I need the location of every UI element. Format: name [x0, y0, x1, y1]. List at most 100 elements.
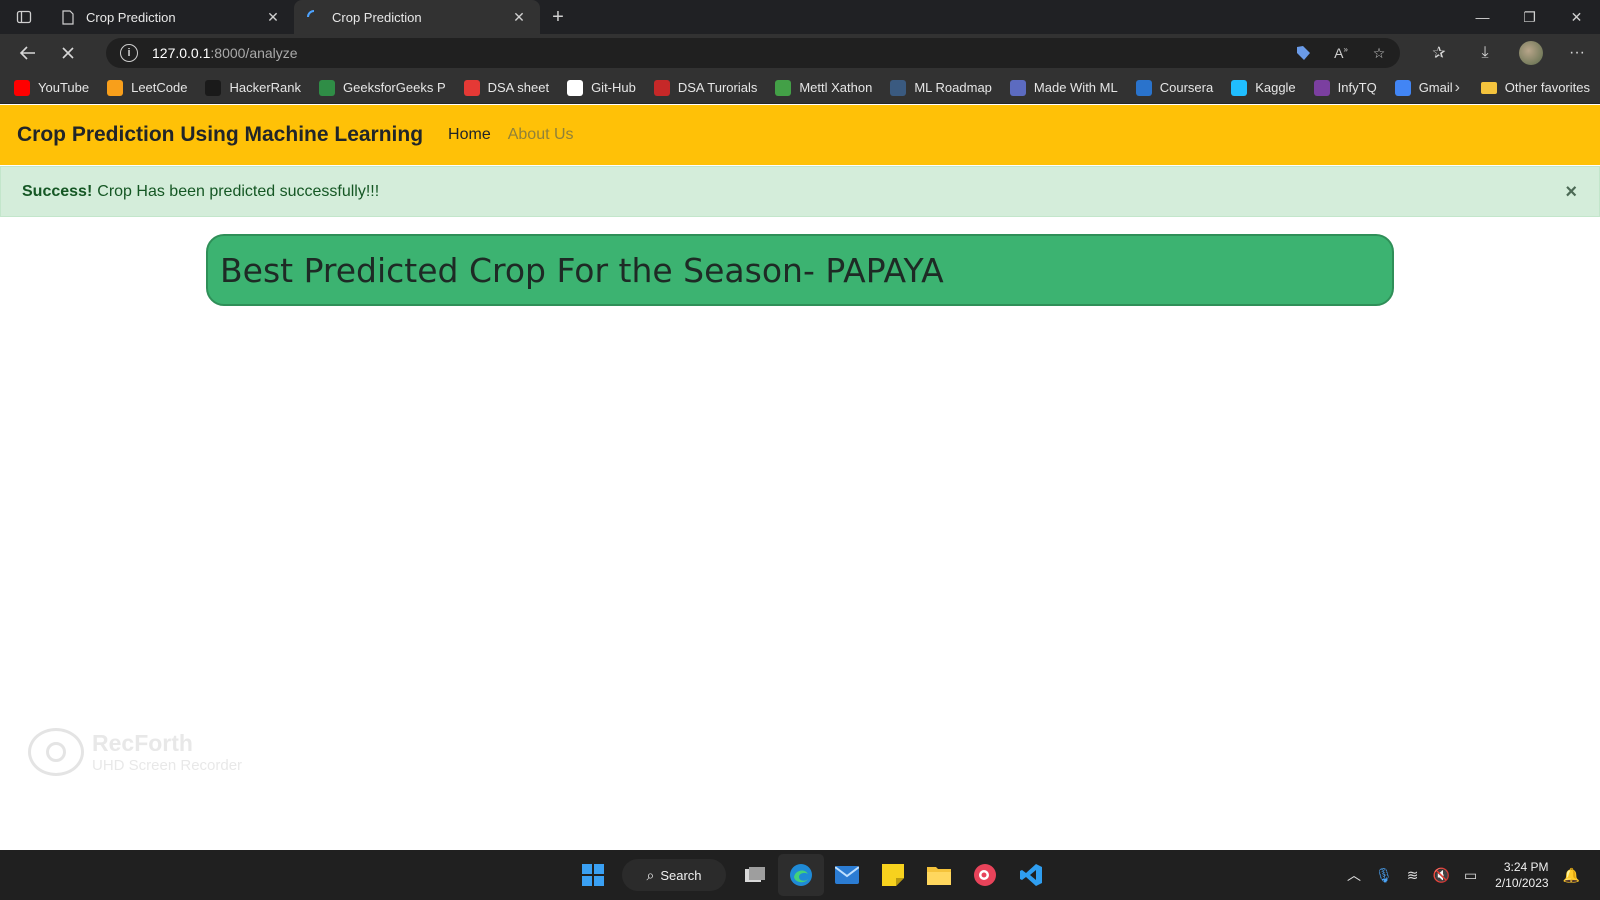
bookmark-label: Made With ML: [1033, 80, 1118, 95]
tag-icon[interactable]: [1292, 45, 1314, 61]
bookmark-item[interactable]: Coursera: [1135, 79, 1214, 96]
watermark-subtitle: UHD Screen Recorder: [92, 757, 243, 774]
read-aloud-icon[interactable]: A»: [1330, 45, 1352, 61]
bookmarks-overflow-icon[interactable]: ›: [1455, 79, 1460, 97]
other-favorites-label: Other favorites: [1504, 80, 1590, 95]
restore-icon[interactable]: ❐: [1506, 0, 1553, 34]
bookmark-item[interactable]: Gmail: [1394, 79, 1453, 96]
bookmark-item[interactable]: Mettl Xathon: [775, 79, 873, 96]
bookmarks-bar: YouTube LeetCode HackerRank GeeksforGeeks P…: [0, 72, 1600, 104]
success-alert: Success! Crop Has been predicted success…: [0, 166, 1600, 217]
alert-close-icon[interactable]: ×: [1565, 181, 1577, 204]
dsa-tutorials-icon: [653, 79, 670, 96]
tab-title: Crop Prediction: [332, 9, 422, 25]
profile-button[interactable]: [1508, 34, 1554, 72]
prediction-result-box: Best Predicted Crop For the Season- PAPA…: [206, 234, 1394, 306]
volume-muted-icon[interactable]: 🔇: [1433, 867, 1450, 884]
prediction-result-text: Best Predicted Crop For the Season- PAPA…: [220, 250, 944, 290]
bookmark-label: HackerRank: [229, 80, 302, 95]
bookmark-item[interactable]: HackerRank: [205, 79, 302, 96]
tab-actions-icon[interactable]: [0, 0, 48, 34]
infytq-icon: [1313, 79, 1330, 96]
dsa-sheet-icon: [463, 79, 480, 96]
hackerrank-icon: [205, 79, 222, 96]
bookmark-label: YouTube: [38, 80, 90, 95]
clock-time: 3:24 PM: [1503, 860, 1549, 874]
bookmark-label: Mettl Xathon: [799, 80, 873, 95]
site-info-icon[interactable]: i: [120, 44, 138, 62]
geeksforgeeks-icon: [319, 79, 336, 96]
bookmark-label: Coursera: [1159, 80, 1214, 95]
clock[interactable]: 3:24 PM 2/10/2023: [1495, 859, 1548, 891]
tab-title: Crop Prediction: [86, 9, 176, 25]
system-tray: ︿ 🎙 ≋ 🔇 ▭ 3:24 PM 2/10/2023 🔔: [1333, 850, 1580, 900]
taskbar-search[interactable]: ⌕ Search: [622, 859, 726, 891]
youtube-icon: [14, 79, 30, 96]
task-view-icon[interactable]: [732, 854, 778, 896]
close-tab-icon[interactable]: ✕: [264, 8, 282, 26]
browser-tab-2[interactable]: Crop Prediction ✕: [294, 0, 540, 34]
bookmark-label: Git-Hub: [591, 80, 636, 95]
add-favorite-icon[interactable]: ☆: [1368, 45, 1390, 62]
bookmark-item[interactable]: ML Roadmap: [890, 79, 992, 96]
alert-message: Crop Has been predicted successfully!!!: [97, 182, 380, 200]
page-icon: [60, 9, 76, 25]
back-button[interactable]: [8, 34, 48, 72]
nav-about-link[interactable]: About Us: [508, 126, 574, 144]
bookmark-label: LeetCode: [131, 80, 188, 95]
ml-roadmap-icon: [890, 79, 907, 96]
bookmark-item[interactable]: InfyTQ: [1313, 79, 1377, 96]
avatar: [1519, 41, 1543, 65]
bookmark-label: Kaggle: [1255, 80, 1296, 95]
stop-loading-button[interactable]: [48, 34, 88, 72]
file-explorer-icon[interactable]: [916, 854, 962, 896]
edge-icon[interactable]: [778, 854, 824, 896]
site-navbar: Crop Prediction Using Machine Learning H…: [0, 105, 1600, 165]
watermark-title: RecForth: [92, 730, 193, 756]
browser-tab-1[interactable]: Crop Prediction ✕: [48, 0, 294, 34]
bookmark-item[interactable]: DSA sheet: [463, 79, 549, 96]
mail-icon[interactable]: [824, 854, 870, 896]
bookmark-item[interactable]: Made With ML: [1009, 79, 1118, 96]
window-controls: — ❐ ✕: [1459, 0, 1600, 34]
sticky-notes-icon[interactable]: [870, 854, 916, 896]
search-icon: ⌕: [646, 866, 655, 883]
loading-icon: [306, 9, 322, 25]
leetcode-icon: [107, 79, 124, 96]
bookmark-item[interactable]: LeetCode: [107, 79, 188, 96]
downloads-icon[interactable]: ⤓: [1462, 34, 1508, 72]
battery-icon[interactable]: ▭: [1464, 867, 1477, 884]
bookmark-label: DSA Turorials: [677, 80, 758, 95]
alert-strong: Success!: [22, 182, 93, 200]
bookmark-label: Gmail: [1418, 80, 1453, 95]
folder-icon: [1480, 81, 1497, 94]
brand-title[interactable]: Crop Prediction Using Machine Learning: [17, 123, 423, 147]
address-bar[interactable]: i 127.0.0.1:8000/analyze A» ☆: [106, 38, 1400, 68]
github-icon: [567, 79, 584, 96]
minimize-icon[interactable]: —: [1459, 0, 1506, 34]
bookmark-item[interactable]: Kaggle: [1231, 79, 1296, 96]
url-path: :8000/analyze: [210, 45, 298, 61]
nav-home-link[interactable]: Home: [448, 126, 491, 144]
mettl-icon: [775, 79, 792, 96]
vscode-icon[interactable]: [1008, 854, 1054, 896]
close-window-icon[interactable]: ✕: [1553, 0, 1600, 34]
more-menu-icon[interactable]: ···: [1554, 34, 1600, 72]
bookmark-item[interactable]: YouTube: [14, 79, 90, 96]
bookmark-item[interactable]: DSA Turorials: [653, 79, 758, 96]
start-button[interactable]: [570, 854, 616, 896]
other-favorites-folder[interactable]: Other favorites: [1480, 80, 1590, 95]
recorder-app-icon[interactable]: [962, 854, 1008, 896]
wifi-icon[interactable]: ≋: [1407, 867, 1419, 884]
bookmark-label: ML Roadmap: [914, 80, 992, 95]
recorder-logo-icon: [28, 728, 84, 776]
chevron-up-icon[interactable]: ︿: [1347, 865, 1361, 885]
bookmark-item[interactable]: GeeksforGeeks P: [319, 79, 446, 96]
new-tab-button[interactable]: +: [540, 0, 576, 34]
bookmark-item[interactable]: Git-Hub: [567, 79, 636, 96]
close-tab-icon[interactable]: ✕: [510, 8, 528, 26]
microphone-icon[interactable]: 🎙: [1375, 867, 1393, 884]
google-icon: [1394, 79, 1411, 96]
favorites-icon[interactable]: ✰: [1416, 34, 1462, 72]
notification-icon[interactable]: 🔔: [1563, 867, 1580, 884]
